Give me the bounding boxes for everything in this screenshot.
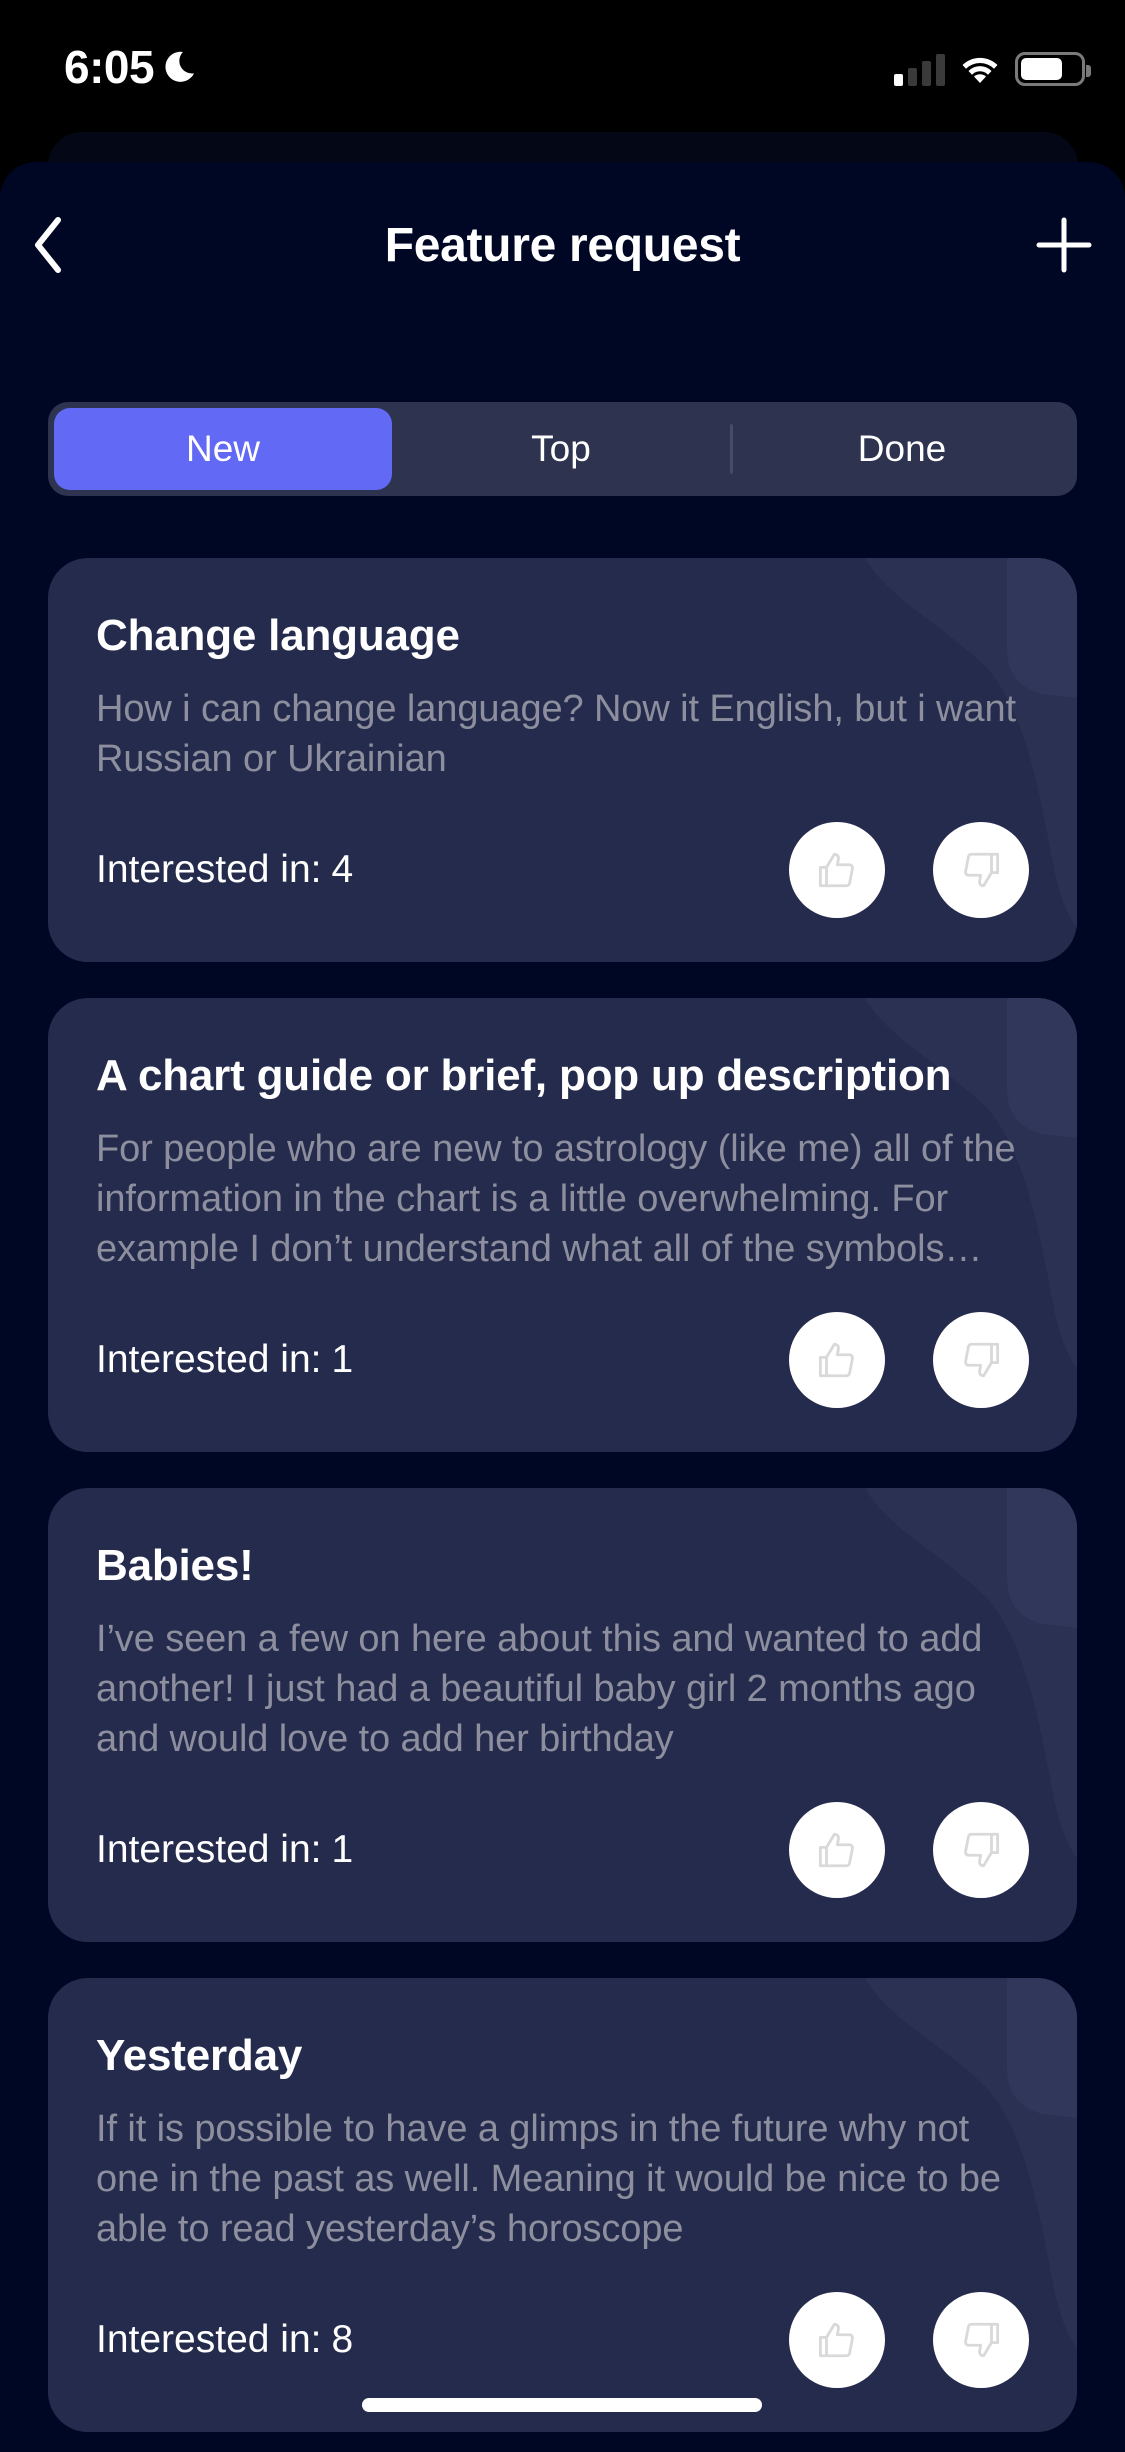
vote-buttons bbox=[789, 2292, 1029, 2388]
upvote-button[interactable] bbox=[789, 822, 885, 918]
interest-label: Interested in: bbox=[96, 1828, 322, 1871]
interest-count: Interested in: 8 bbox=[96, 2318, 353, 2362]
request-description: If it is possible to have a glimps in th… bbox=[96, 2108, 1001, 2250]
battery-level bbox=[1021, 58, 1062, 80]
interest-value: 4 bbox=[331, 848, 354, 891]
vote-buttons bbox=[789, 822, 1029, 918]
page-title: Feature request bbox=[384, 219, 741, 272]
home-indicator[interactable] bbox=[362, 2398, 762, 2412]
request-title: Change language bbox=[96, 611, 460, 660]
upvote-button[interactable] bbox=[789, 2292, 885, 2388]
request-description: How i can change language? Now it Englis… bbox=[96, 688, 1016, 780]
interest-label: Interested in: bbox=[96, 848, 322, 891]
request-description: For people who are new to astrology (lik… bbox=[96, 1128, 1016, 1270]
tab-label: Top bbox=[531, 428, 591, 469]
moon-icon bbox=[165, 51, 195, 82]
tab-done[interactable]: Done bbox=[733, 408, 1071, 490]
interest-label: Interested in: bbox=[96, 1338, 322, 1381]
battery-icon bbox=[1015, 52, 1091, 86]
navigation-bar: Feature request bbox=[0, 162, 1125, 332]
interest-count: Interested in: 1 bbox=[96, 1828, 353, 1872]
tab-label: Done bbox=[857, 428, 947, 469]
thumbs-up-icon bbox=[818, 1342, 854, 1378]
request-card[interactable]: Yesterday If it is possible to have a gl… bbox=[48, 1978, 1077, 2432]
thumbs-down-icon bbox=[964, 2322, 1000, 2358]
upvote-button[interactable] bbox=[789, 1802, 885, 1898]
request-footer: Interested in: 1 bbox=[96, 1802, 1029, 1898]
tab-top[interactable]: Top bbox=[392, 408, 730, 490]
status-bar: 6:05 bbox=[0, 0, 1125, 130]
downvote-button[interactable] bbox=[933, 822, 1029, 918]
request-title: Babies! bbox=[96, 1541, 254, 1590]
thumbs-down-icon bbox=[964, 1832, 1000, 1868]
add-request-button[interactable] bbox=[1031, 212, 1097, 278]
feature-request-sheet: Feature request New Top Done Change lang… bbox=[0, 162, 1125, 2452]
vote-buttons bbox=[789, 1312, 1029, 1408]
tab-label: New bbox=[185, 428, 261, 469]
downvote-button[interactable] bbox=[933, 1802, 1029, 1898]
downvote-button[interactable] bbox=[933, 2292, 1029, 2388]
wifi-icon bbox=[962, 57, 998, 83]
upvote-button[interactable] bbox=[789, 1312, 885, 1408]
request-title: Yesterday bbox=[96, 2031, 303, 2080]
request-card[interactable]: A chart guide or brief, pop up descripti… bbox=[48, 998, 1077, 1452]
thumbs-down-icon bbox=[964, 1342, 1000, 1378]
thumbs-up-icon bbox=[818, 2322, 854, 2358]
interest-value: 1 bbox=[331, 1338, 354, 1381]
interest-value: 1 bbox=[331, 1828, 354, 1871]
filter-tabs: New Top Done bbox=[48, 402, 1077, 496]
interest-count: Interested in: 1 bbox=[96, 1338, 353, 1382]
status-time: 6:05 bbox=[64, 40, 198, 94]
thumbs-up-icon bbox=[818, 1832, 854, 1868]
request-footer: Interested in: 1 bbox=[96, 1312, 1029, 1408]
status-indicators bbox=[894, 52, 1091, 86]
request-footer: Interested in: 4 bbox=[96, 822, 1029, 918]
thumbs-up-icon bbox=[818, 852, 854, 888]
request-card[interactable]: Babies! I’ve seen a few on here about th… bbox=[48, 1488, 1077, 1942]
interest-count: Interested in: 4 bbox=[96, 848, 353, 892]
downvote-button[interactable] bbox=[933, 1312, 1029, 1408]
interest-label: Interested in: bbox=[96, 2318, 322, 2361]
request-title: A chart guide or brief, pop up descripti… bbox=[96, 1051, 952, 1100]
request-footer: Interested in: 8 bbox=[96, 2292, 1029, 2388]
plus-icon bbox=[1036, 217, 1092, 273]
clock: 6:05 bbox=[64, 41, 155, 93]
request-description: I’ve seen a few on here about this and w… bbox=[96, 1618, 983, 1760]
interest-value: 8 bbox=[331, 2318, 354, 2361]
thumbs-down-icon bbox=[964, 852, 1000, 888]
request-card[interactable]: Change language How i can change languag… bbox=[48, 558, 1077, 962]
tab-new[interactable]: New bbox=[54, 408, 392, 490]
cellular-signal-icon bbox=[894, 52, 945, 86]
request-list: Change language How i can change languag… bbox=[48, 558, 1077, 2432]
vote-buttons bbox=[789, 1802, 1029, 1898]
